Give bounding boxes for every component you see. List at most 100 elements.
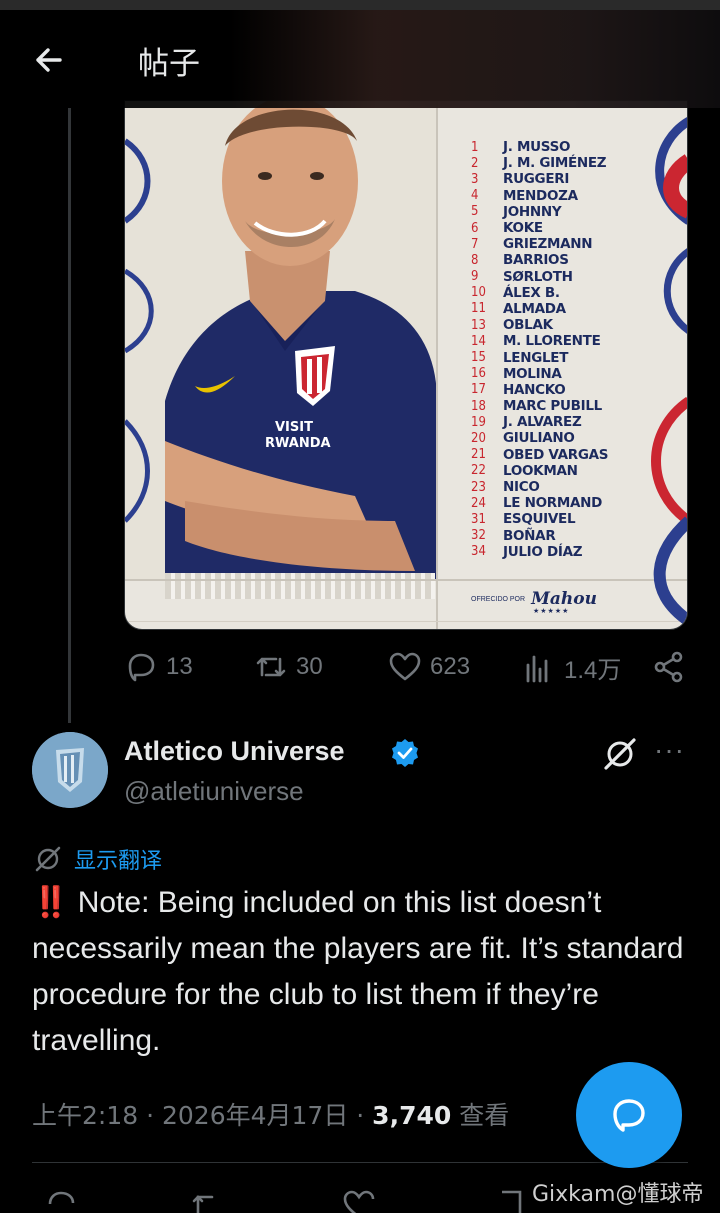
squad-number: 32 [471,528,486,544]
club-crest-icon [32,732,108,808]
squad-number: 24 [471,495,486,511]
panel-divider [436,101,438,629]
watermark-text: Gixkam@懂球帝 [532,1182,704,1207]
squad-number: 16 [471,366,486,382]
squad-player-name: LOOKMAN [503,462,578,479]
squad-row: 4 MENDOZA [471,188,608,204]
squad-number: 19 [471,414,486,430]
compose-reply-button[interactable] [576,1062,682,1168]
status-bar [0,0,720,10]
page-title: 帖子 [138,46,200,82]
decorative-barcode-rail [165,573,435,599]
repost-icon [256,657,286,677]
squad-row: 11 ALMADA [471,301,608,317]
squad-number: 34 [471,544,486,560]
squad-row: 1 J. MUSSO [471,139,608,155]
decorative-swirl-right [651,117,687,626]
author-name[interactable]: Atletico Universe [124,736,345,767]
author-handle[interactable]: @atletiuniverse [124,776,304,807]
share-icon [654,651,683,683]
avatar[interactable] [32,732,108,808]
bookmark-icon[interactable] [494,1188,528,1213]
squad-player-name: ÁLEX B. [503,284,560,301]
squad-player-name: OBLAK [503,317,553,334]
squad-row: 14 M. LLORENTE [471,333,608,349]
squad-player-name: NICO [503,479,540,496]
reply-button[interactable]: 13 [124,650,193,684]
grok-icon[interactable] [602,736,638,772]
show-translation-link[interactable]: 显示翻译 [34,843,162,875]
squad-row: 34 JULIO DÍAZ [471,544,608,560]
squad-number: 9 [471,269,479,285]
squad-row: 8 BARRIOS [471,252,608,268]
squad-player-name: KOKE [503,220,543,237]
squad-player-name: MARC PUBILL [503,398,602,415]
more-options-icon[interactable]: ··· [654,734,685,766]
header-blur-background [230,10,720,108]
squad-row: 9 SØRLOTH [471,269,608,285]
thread-connector-line [68,108,71,723]
squad-row: 15 LENGLET [471,349,608,366]
tweet-timestamp[interactable]: 上午2:18 · 2026年4月17日 · [32,1101,372,1130]
repost-icon[interactable] [190,1188,224,1213]
sponsor-stars: ★★★★★ [533,608,570,615]
squad-row: 10 ÁLEX B. [471,285,608,301]
squad-player-name: M. LLORENTE [503,333,601,350]
tweet-views-count: 3,740 [372,1101,452,1130]
squad-row: 23 NICO [471,479,608,495]
squad-player-name: GIULIANO [503,430,575,447]
squad-row: 5 JOHNNY [471,204,608,220]
arrow-left-icon[interactable] [30,40,70,80]
reply-icon [128,653,155,682]
squad-number: 3 [471,171,479,187]
post-image[interactable]: VISIT RWANDA 1 J. MUSSO 2 J. M. GIMÉNEZ 3 RUG… [124,100,688,630]
squad-player-name: JOHNNY [503,203,562,220]
squad-number: 1 [471,139,479,155]
heart-icon [389,652,421,681]
like-button[interactable]: 623 [388,650,470,684]
like-count: 623 [430,653,471,680]
squad-player-name: JULIO DÍAZ [503,543,583,560]
squad-row: 3 RUGGERI [471,171,608,187]
svg-text:VISIT: VISIT [275,420,313,435]
chat-bubble-icon [613,1099,645,1132]
verified-badge-icon [392,739,418,767]
divider [32,1162,688,1163]
squad-number: 10 [471,285,486,301]
repost-button[interactable]: 30 [254,650,323,684]
squad-player-name: GRIEZMANN [503,236,593,253]
squad-player-name: HANCKO [503,381,566,398]
views-button[interactable]: 1.4万 [522,650,621,685]
squad-number: 22 [471,463,486,479]
squad-row: 24 LE NORMAND [471,495,608,511]
double-exclamation-icon: ‼️ [32,886,70,919]
share-button[interactable] [652,650,686,684]
squad-row: 2 J. M. GIMÉNEZ [471,155,608,171]
reply-icon[interactable] [44,1188,78,1213]
squad-row: 20 GIULIANO [471,430,608,446]
squad-player-name: OBED VARGAS [503,446,609,463]
squad-row: 7 GRIEZMANN [471,236,608,252]
squad-player-name: J. ALVAREZ [503,414,582,431]
reply-count: 13 [166,653,193,680]
sponsor-small-text: OFRECIDO POR [471,595,526,603]
heart-icon[interactable] [342,1188,376,1213]
squad-player-name: RUGGERI [503,171,570,188]
squad-number: 20 [471,430,486,446]
tweet-body: Note: Being included on this list doesn’… [32,886,684,1057]
squad-number: 4 [471,188,479,204]
author-row: Atletico Universe @atletiuniverse ··· [32,732,692,822]
squad-row: 17 HANCKO [471,382,608,398]
sponsor-logo: OFRECIDO POR Mahou ★★★★★ [471,589,597,615]
tweet-views-label: 查看 [451,1101,510,1130]
squad-player-name: MOLINA [503,365,562,382]
squad-number: 13 [471,317,486,333]
svg-text:RWANDA: RWANDA [265,436,331,451]
squad-number: 15 [471,350,486,366]
squad-player-name: LE NORMAND [503,495,603,512]
squad-player-name: SØRLOTH [503,268,573,285]
squad-row: 6 KOKE [471,220,608,236]
squad-player-name: ESQUIVEL [503,511,576,528]
squad-number: 11 [471,301,486,317]
bar-chart-icon [526,655,548,682]
